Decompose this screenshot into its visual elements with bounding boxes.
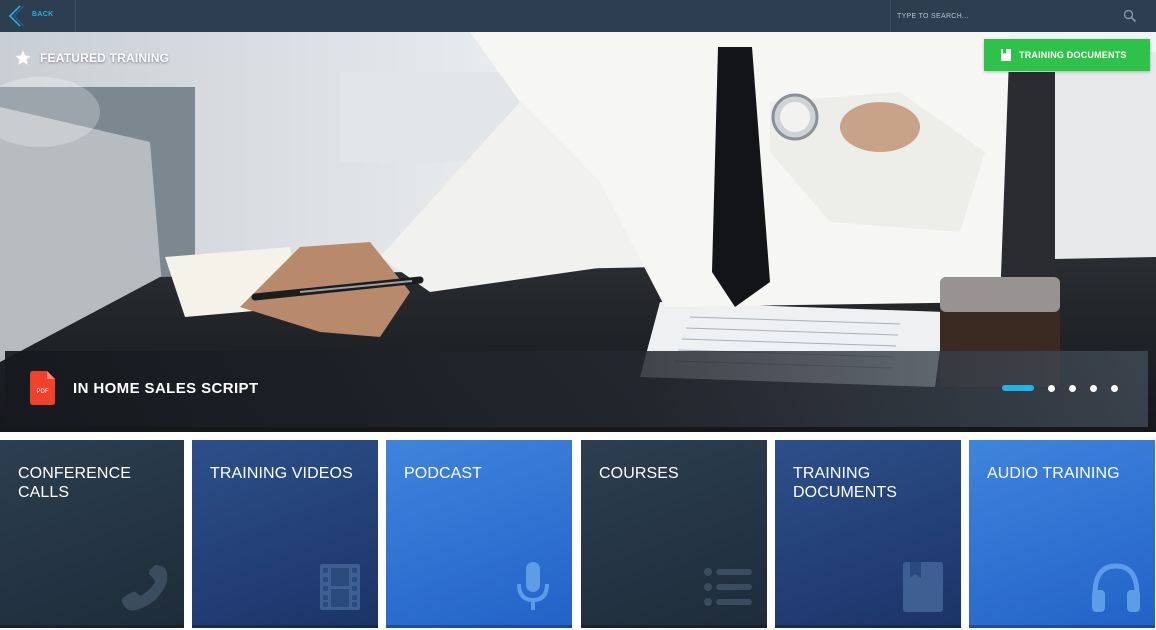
pdf-file-icon: PDF	[30, 371, 55, 405]
book-icon	[903, 562, 943, 612]
tile-label: PODCAST	[404, 465, 483, 482]
search-icon[interactable]	[1123, 9, 1137, 23]
headphones-icon	[1092, 563, 1140, 612]
tile-label: TRAINING DOCUMENTS	[793, 465, 898, 501]
tile-training-documents[interactable]: TRAINING DOCUMENTS	[775, 440, 961, 628]
phone-icon	[121, 565, 168, 611]
microphone-icon	[517, 562, 549, 610]
featured-hero: FEATURED TRAINING TRAINING DOCUMENTS PDF…	[0, 32, 1156, 432]
top-bar: BACK	[0, 0, 1156, 32]
tile-courses[interactable]: COURSES	[581, 440, 767, 628]
featured-training-heading: FEATURED TRAINING	[14, 46, 169, 70]
training-documents-button[interactable]: TRAINING DOCUMENTS	[984, 39, 1150, 71]
search-bar	[890, 0, 1156, 32]
tile-label: CONFERENCE CALLS	[18, 465, 132, 501]
tile-audio-training[interactable]: AUDIO TRAINING	[969, 440, 1155, 628]
star-icon	[15, 50, 31, 65]
tile-label: AUDIO TRAINING	[987, 465, 1120, 482]
carousel-dot-1[interactable]	[1002, 385, 1034, 391]
carousel-dot-4[interactable]	[1090, 384, 1097, 392]
carousel-dot-3[interactable]	[1069, 384, 1076, 392]
back-button[interactable]: BACK	[0, 0, 76, 32]
tile-label: TRAINING VIDEOS	[210, 465, 353, 482]
back-chevron-icon	[8, 5, 25, 27]
tile-conference-calls[interactable]: CONFERENCE CALLS	[0, 440, 184, 628]
carousel-dot-2[interactable]	[1048, 384, 1055, 392]
film-icon	[320, 564, 360, 610]
category-tiles: CONFERENCE CALLS TRAINING VIDEOS PODCAST…	[0, 440, 1156, 630]
list-icon	[704, 568, 752, 606]
back-label: BACK	[32, 11, 54, 18]
featured-item-title: IN HOME SALES SCRIPT	[73, 380, 259, 397]
carousel-indicators	[1002, 384, 1118, 392]
featured-training-label: FEATURED TRAINING	[40, 51, 170, 65]
search-input[interactable]	[897, 6, 1117, 26]
featured-item-caption[interactable]: PDF IN HOME SALES SCRIPT	[5, 351, 1148, 427]
tile-label: COURSES	[599, 465, 679, 482]
book-icon	[1001, 49, 1011, 61]
training-documents-button-label: TRAINING DOCUMENTS	[1019, 50, 1127, 60]
tile-training-videos[interactable]: TRAINING VIDEOS	[192, 440, 378, 628]
carousel-dot-5[interactable]	[1111, 384, 1118, 392]
tile-podcast[interactable]: PODCAST	[386, 440, 572, 628]
pdf-file-icon-label: PDF	[37, 389, 49, 395]
